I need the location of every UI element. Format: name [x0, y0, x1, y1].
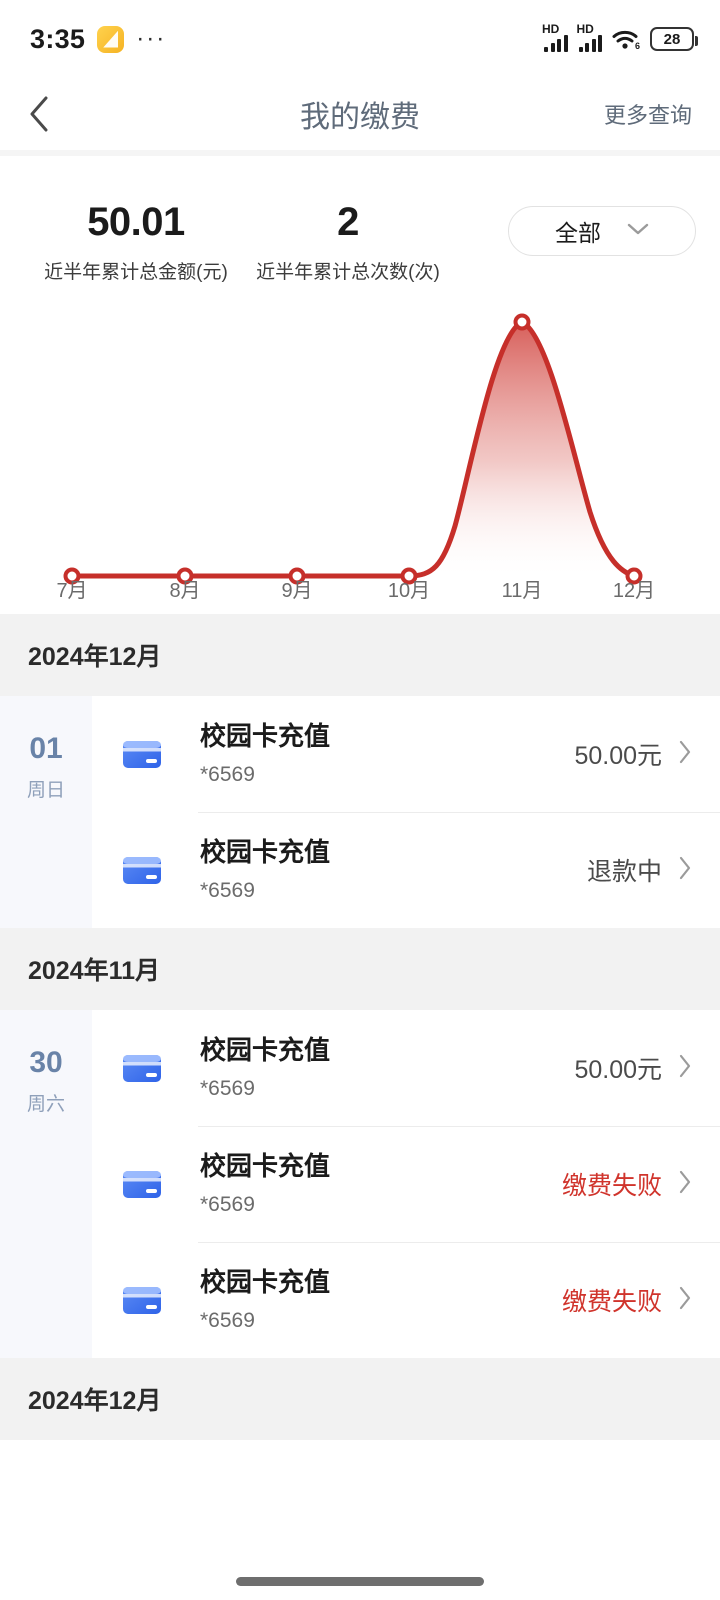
payment-trend-chart: 7月 8月 9月 10月 11月 12月 — [0, 294, 720, 614]
list-item[interactable]: 校园卡充值 *6569 缴费失败 — [92, 1242, 720, 1358]
battery-icon: 28 — [650, 27, 698, 51]
list-item-subtitle: *6569 — [200, 1192, 255, 1216]
list-item-trailing: 50.00元 — [574, 736, 692, 772]
chevron-right-icon[interactable] — [678, 856, 692, 885]
status-time: 3:35 — [30, 23, 86, 54]
list-item-subtitle: *6569 — [200, 1308, 255, 1332]
battery-level: 28 — [663, 30, 681, 48]
day-column: 30 周六 — [0, 1010, 92, 1358]
filter-dropdown[interactable]: 全部 — [508, 206, 696, 256]
day-weekday: 周日 — [26, 780, 65, 801]
list-item-text: 校园卡充值 *6569 — [200, 837, 587, 902]
list-item-title: 校园卡充值 — [200, 721, 331, 752]
chevron-left-icon[interactable] — [28, 92, 72, 136]
list-item-text: 校园卡充值 *6569 — [200, 1151, 562, 1216]
x-tick-0: 7月 — [56, 580, 88, 602]
list-item-title: 校园卡充值 — [200, 1267, 331, 1298]
bank-card-icon — [118, 1160, 166, 1208]
list-item-trailing: 退款中 — [587, 852, 692, 888]
list-item[interactable]: 校园卡充值 *6569 缴费失败 — [92, 1126, 720, 1242]
chart-area-fill — [72, 322, 634, 576]
x-tick-4: 11月 — [501, 580, 543, 602]
chevron-down-icon — [627, 222, 649, 241]
summary-count-value: 2 — [337, 200, 359, 244]
section-header-label: 2024年12月 — [28, 1387, 162, 1415]
note-app-icon — [97, 25, 125, 53]
summary-panel: 50.01 近半年累计总金额(元) 2 近半年累计总次数(次) 全部 — [0, 156, 720, 284]
section-header-label: 2024年12月 — [28, 643, 162, 671]
chevron-right-icon[interactable] — [678, 1286, 692, 1315]
section-header-label: 2024年11月 — [28, 957, 161, 985]
day-number: 30 — [29, 1046, 63, 1079]
chevron-right-icon[interactable] — [678, 1054, 692, 1083]
list-item-trailing: 缴费失败 — [562, 1282, 692, 1318]
day-group: 30 周六 校园卡充值 *6569 50.00元 校园卡充值 *6569 缴费失… — [0, 1010, 720, 1358]
x-tick-3: 10月 — [387, 580, 431, 602]
x-tick-5: 12月 — [612, 580, 656, 602]
x-tick-2: 9月 — [281, 580, 313, 602]
summary-amount-value: 50.01 — [87, 200, 185, 244]
signal-hd-icon-1: HD — [542, 22, 568, 52]
status-bar-left: 3:35 ··· — [30, 24, 166, 55]
app-screen: 3:35 ··· HD HD 6 28 我的缴费 更多查询 50.01 近半年累… — [0, 0, 720, 1600]
list-item[interactable]: 校园卡充值 *6569 50.00元 — [92, 1010, 720, 1126]
list-item-subtitle: *6569 — [200, 762, 255, 786]
list-item-status: 缴费失败 — [561, 1288, 662, 1316]
status-overflow-icon: ··· — [136, 25, 167, 52]
filter-selected-value: 全部 — [555, 220, 601, 246]
home-indicator[interactable] — [236, 1577, 484, 1586]
day-rows: 校园卡充值 *6569 50.00元 — [92, 696, 720, 928]
day-rows: 校园卡充值 *6569 50.00元 — [92, 1010, 720, 1358]
navigation-bar: 我的缴费 更多查询 — [0, 78, 720, 150]
list-item-amount: 50.00元 — [574, 742, 662, 770]
list-item[interactable]: 校园卡充值 *6569 50.00元 — [92, 696, 720, 812]
chevron-right-icon[interactable] — [678, 1170, 692, 1199]
svg-text:6: 6 — [635, 41, 640, 51]
list-item-title: 校园卡充值 — [200, 1151, 331, 1182]
list-item-title: 校园卡充值 — [200, 837, 331, 868]
section-header: 2024年12月 — [0, 614, 720, 696]
day-weekday: 周六 — [26, 1094, 65, 1115]
chevron-right-icon[interactable] — [678, 740, 692, 769]
bank-card-icon — [118, 846, 166, 894]
x-tick-1: 8月 — [169, 580, 201, 602]
hd-label-1: HD — [542, 22, 560, 36]
status-bar: 3:35 ··· HD HD 6 28 — [0, 0, 720, 78]
list-item-subtitle: *6569 — [200, 878, 255, 902]
status-bar-right: HD HD 6 28 — [542, 22, 698, 52]
section-header: 2024年12月 — [0, 1358, 720, 1440]
day-number: 01 — [29, 732, 63, 765]
list-item-text: 校园卡充值 *6569 — [200, 721, 574, 786]
list-item-amount: 50.00元 — [574, 1056, 662, 1084]
bank-card-icon — [118, 1276, 166, 1324]
bank-card-icon — [118, 730, 166, 778]
chart-point-4 — [513, 313, 531, 331]
list-item[interactable]: 校园卡充值 *6569 退款中 — [92, 812, 720, 928]
signal-hd-icon-2: HD — [576, 22, 602, 52]
summary-count: 2 近半年累计总次数(次) — [248, 200, 448, 284]
chart-canvas — [63, 313, 643, 585]
wifi-6-icon: 6 — [611, 27, 641, 51]
more-query-button[interactable]: 更多查询 — [604, 98, 692, 130]
hd-label-2: HD — [576, 22, 594, 36]
day-group: 01 周日 校园卡充值 *6569 50.00元 校园卡充值 *6569 退款中 — [0, 696, 720, 928]
summary-amount-label: 近半年累计总金额(元) — [44, 262, 228, 283]
list-item-title: 校园卡充值 — [200, 1035, 331, 1066]
list-item-text: 校园卡充值 *6569 — [200, 1035, 574, 1100]
list-item-subtitle: *6569 — [200, 1076, 255, 1100]
section-header: 2024年11月 — [0, 928, 720, 1010]
chart-x-axis: 7月 8月 9月 10月 11月 12月 — [0, 574, 720, 614]
payment-list: 2024年12月 01 周日 校园卡充值 *6569 50.00元 校园卡充值 … — [0, 614, 720, 1440]
bank-card-icon — [118, 1044, 166, 1092]
summary-count-label: 近半年累计总次数(次) — [256, 262, 440, 283]
list-item-trailing: 缴费失败 — [562, 1166, 692, 1202]
day-column: 01 周日 — [0, 696, 92, 928]
summary-amount: 50.01 近半年累计总金额(元) — [24, 200, 248, 284]
list-item-status: 退款中 — [586, 858, 662, 886]
list-item-trailing: 50.00元 — [574, 1050, 692, 1086]
list-item-text: 校园卡充值 *6569 — [200, 1267, 562, 1332]
list-item-status: 缴费失败 — [561, 1172, 662, 1200]
